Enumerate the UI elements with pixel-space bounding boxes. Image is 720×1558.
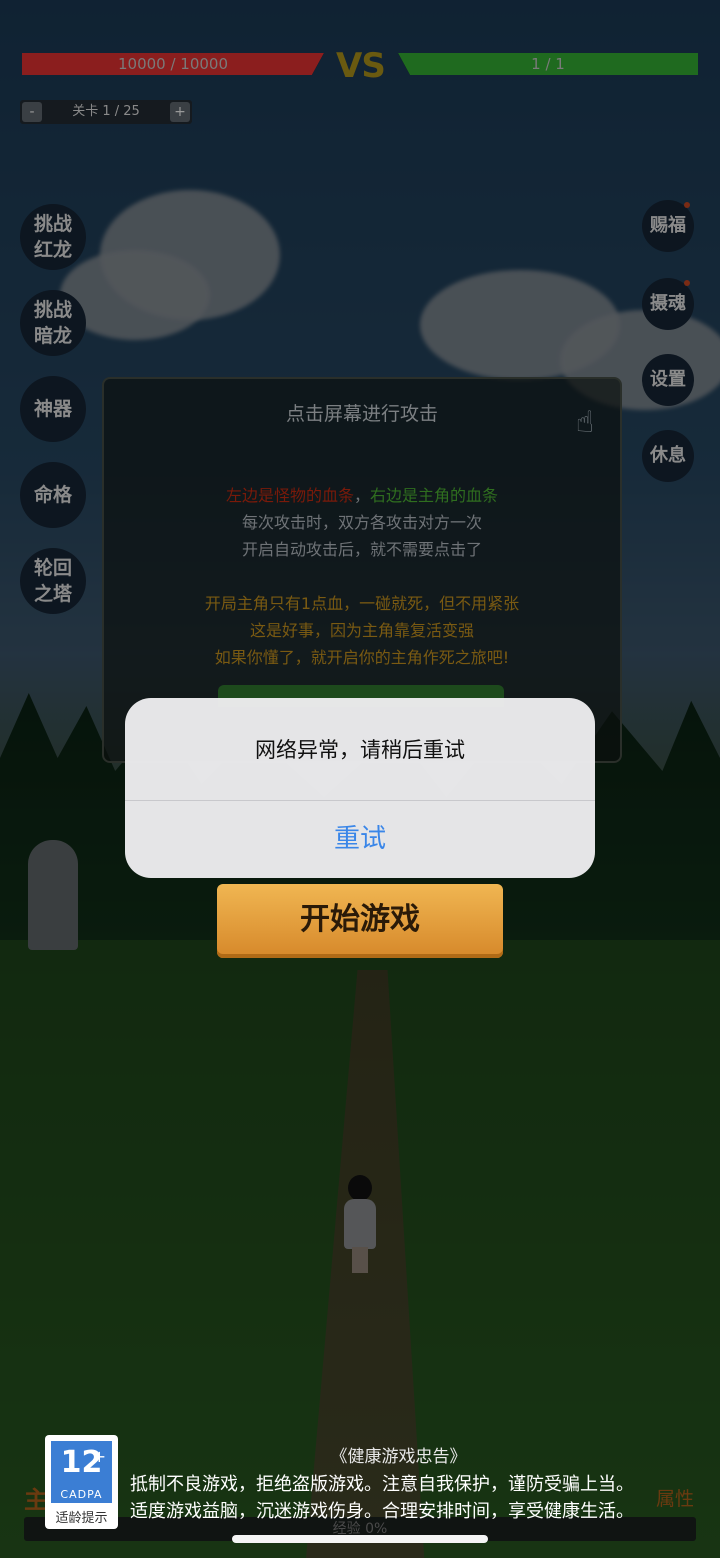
tutorial-line: 开局主角只有1点血，一碰就死，但不用紧张 [204,594,520,613]
health-notice-title: 《健康游戏忠告》 [330,1447,467,1467]
button-label: 挑战 [33,213,72,235]
button-label: 摄魂 [650,293,686,314]
age-tip: 适龄提示 [55,1511,108,1526]
enemy-hp-text: 10000 / 10000 [117,55,229,73]
level-selector: - 关卡 1 / 25 + [20,100,192,124]
button-label: 设置 [650,369,686,390]
home-indicator[interactable] [232,1535,488,1543]
artifact-button[interactable]: 神器 [20,376,86,442]
tutorial-text: 左边是怪物的血条，右边是主角的血条 每次攻击时，双方各攻击对方一次 开启自动攻击… [104,482,620,671]
enemy-hp-bar: 10000 / 10000 [22,53,324,75]
tutorial-line: 如果你懂了，就开启你的主角作死之旅吧! [214,648,510,667]
retry-button[interactable]: 重试 [125,801,595,878]
settings-button[interactable]: 设置 [642,354,694,406]
soul-capture-button[interactable]: 摄魂 [642,278,694,330]
separator: ， [353,486,370,505]
tutorial-red-text: 左边是怪物的血条 [225,486,354,505]
challenge-red-dragon-button[interactable]: 挑战 红龙 [20,204,86,270]
level-prev-button[interactable]: - [22,102,42,122]
button-label: 暗龙 [33,325,72,347]
vs-label: VS [336,46,386,86]
notification-dot [684,280,690,286]
tap-hand-icon: ☝ [575,405,595,440]
button-label: 轮回 [33,557,72,579]
button-label: 命格 [33,484,72,506]
tutorial-line: 每次攻击时，双方各攻击对方一次 [241,513,482,532]
button-label: 休息 [650,445,686,466]
network-error-dialog: 网络异常，请稍后重试 重试 [125,698,595,878]
tutorial-green-text: 右边是主角的血条 [370,486,499,505]
button-label: 挑战 [33,299,72,321]
health-notice-line: 抵制不良游戏，拒绝盗版游戏。注意自我保护，谨防受骗上当。 [130,1474,634,1495]
destiny-button[interactable]: 命格 [20,462,86,528]
blessing-button[interactable]: 赐福 [642,200,694,252]
player-hp-text: 1 / 1 [531,55,565,73]
level-label: 关卡 1 / 25 [72,104,140,119]
cadpa-label: CADPA [60,1488,103,1501]
player-hp-bar: 1 / 1 [398,53,698,75]
notification-dot [684,202,690,208]
button-label: 红龙 [33,239,72,261]
rest-button[interactable]: 休息 [642,430,694,482]
button-label: 赐福 [650,215,686,236]
dialog-message: 网络异常，请稍后重试 [255,738,465,762]
tutorial-line: 这是好事，因为主角靠复活变强 [249,621,474,640]
level-next-button[interactable]: + [170,102,190,122]
health-notice-line: 适度游戏益脑，沉迷游戏伤身。合理安排时间，享受健康生活。 [130,1501,634,1522]
reincarnation-tower-button[interactable]: 轮回 之塔 [20,548,86,614]
tutorial-line: 开启自动攻击后，就不需要点击了 [241,540,482,559]
button-label: 神器 [33,398,72,420]
start-game-button[interactable]: 开始游戏 [217,884,503,958]
tutorial-title: 点击屏幕进行攻击 [285,403,438,425]
challenge-dark-dragon-button[interactable]: 挑战 暗龙 [20,290,86,356]
attributes-label[interactable]: 属性 [656,1484,694,1511]
button-label: 之塔 [33,583,72,605]
